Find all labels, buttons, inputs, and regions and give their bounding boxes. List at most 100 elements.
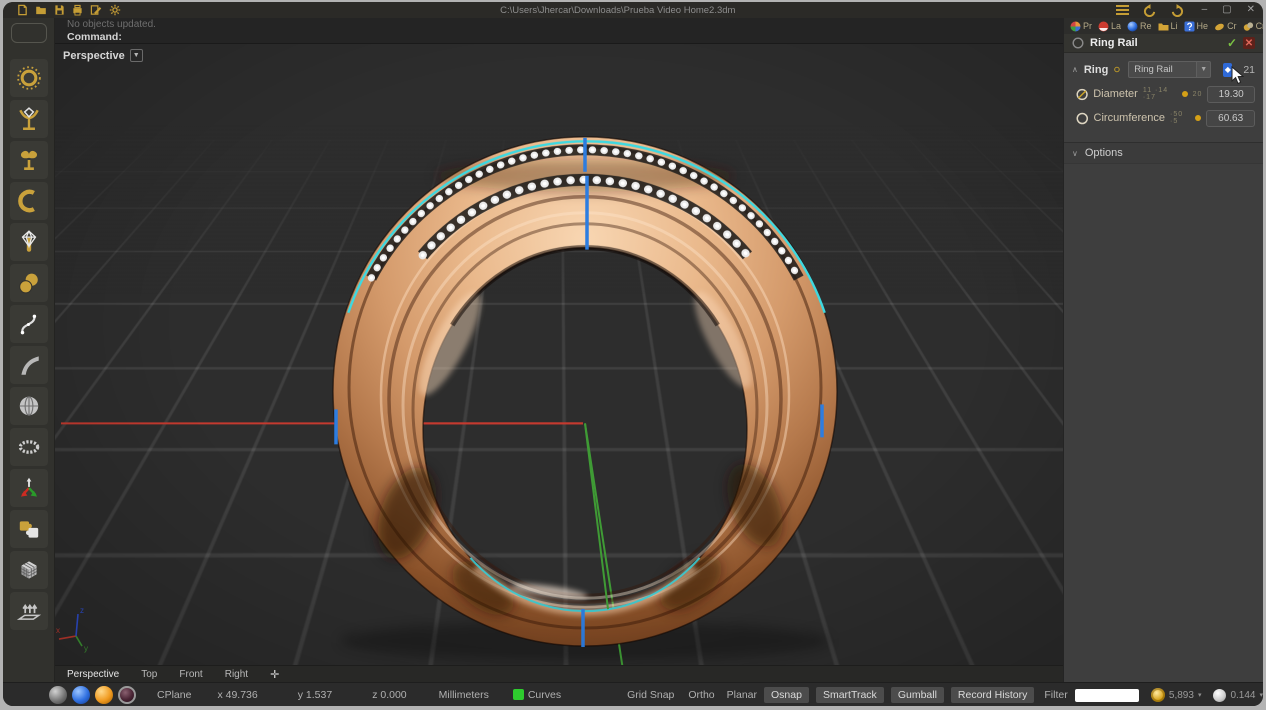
active-layer[interactable]: Curves [513,689,561,701]
material-sphere-gray[interactable] [49,686,67,704]
gem-ring-tool-button[interactable] [10,59,48,97]
material-sphere-blue[interactable] [72,686,90,704]
command-area: No objects updated. Command: [55,18,1063,44]
diamond-band-tool-button[interactable] [10,223,48,261]
material-sphere-dark[interactable] [118,686,136,704]
gold-weight-caret-icon[interactable]: ▾ [1198,691,1202,699]
tab-properties[interactable]: Pr [1070,21,1092,32]
viewport-menu-caret-icon[interactable]: ▼ [130,49,143,62]
toggle-osnap[interactable]: Osnap [764,687,809,703]
tab-top[interactable]: Top [141,669,157,680]
expand-caret-icon[interactable]: ∨ [1072,149,1078,158]
tab-library[interactable]: Li [1158,21,1178,32]
gem-ring-icon [16,65,42,91]
application-window: C:\Users\Jhercar\Downloads\Prueba Video … [3,2,1263,706]
gold-weight-indicator[interactable]: 5,893 ▾ [1151,688,1202,702]
filter-label[interactable]: Filter [1044,689,1067,701]
confirm-check-icon[interactable]: ✓ [1227,36,1237,50]
right-panel: Pr La Re Li He [1063,18,1263,682]
voxel-cube-tool-button[interactable] [10,551,48,589]
command-prompt[interactable]: Command: [67,31,1055,44]
slider-thumb-dot[interactable] [1182,91,1188,97]
ring-rail-dialog-header: Ring Rail ✓ ✕ [1064,34,1263,53]
tab-help[interactable]: He [1184,21,1209,32]
curve-tool-button[interactable] [10,305,48,343]
emboss-platform-tool-button[interactable] [10,592,48,630]
progress-bar [1075,689,1139,702]
ring-section-header[interactable]: ∧ Ring Ring Rail ▼ ◆ 21 [1064,53,1263,82]
minimize-button[interactable]: – [1202,5,1208,15]
save-icon[interactable] [54,4,65,16]
gem-weight-indicator[interactable]: 0.144 ▾ [1213,689,1263,702]
toggle-record-history[interactable]: Record History [951,687,1034,703]
gem-toggle-button[interactable]: ◆ [1223,63,1232,77]
coord-y: y 1.537 [298,689,332,701]
jewelry-head-tool-button[interactable] [10,141,48,179]
open-folder-icon[interactable] [35,4,47,16]
viewport-3d[interactable]: x y z Perspective ▼ [55,44,1063,665]
sweep-surface-tool-button[interactable] [10,346,48,384]
tab-create-gems[interactable]: Cr [1243,21,1263,32]
beads-tool-button[interactable] [10,264,48,302]
print-icon[interactable] [72,4,83,16]
diameter-value-field[interactable]: 19.30 [1207,86,1255,103]
gem-weight-caret-icon[interactable]: ▾ [1259,691,1263,699]
slider-thumb-dot[interactable] [1195,115,1201,121]
redo-icon[interactable] [1170,4,1184,17]
dialog-title: Ring Rail [1090,37,1221,49]
sphere-tool-button[interactable] [10,387,48,425]
tab-front[interactable]: Front [179,669,202,680]
maximize-button[interactable]: ▢ [1222,5,1231,15]
circumference-value-field[interactable]: 60.63 [1206,110,1255,127]
cplane-label[interactable]: CPlane [157,689,191,701]
gumball-transform-tool-button[interactable] [10,469,48,507]
circumference-icon [1076,111,1089,126]
voxel-cube-icon [16,557,42,583]
material-sphere-orange[interactable] [95,686,113,704]
collapse-caret-icon[interactable]: ∧ [1072,65,1078,74]
layer-color-chip [513,689,524,700]
tab-right[interactable]: Right [225,669,248,680]
ring-shank-tool-button[interactable] [10,182,48,220]
options-section-header[interactable]: ∨ Options [1064,142,1263,164]
viewport-title[interactable]: Perspective [63,50,125,62]
ring-icon [1114,63,1120,76]
ring-model [333,137,837,646]
undo-icon[interactable] [1143,4,1157,17]
add-viewport-icon[interactable]: ✛ [270,668,279,681]
prong-setting-tool-button[interactable] [10,100,48,138]
tab-create-gold[interactable]: Cr [1214,21,1237,32]
sphere-icon [16,393,42,419]
title-bar: C:\Users\Jhercar\Downloads\Prueba Video … [3,2,1263,18]
rail-preset-dropdown[interactable]: Ring Rail [1128,61,1197,78]
toggle-smarttrack[interactable]: SmartTrack [816,687,884,703]
toggle-planar[interactable]: Planar [727,689,757,701]
scene-canvas: x y z [55,44,1063,665]
toggle-gumball[interactable]: Gumball [891,687,944,703]
sweep-surface-icon [16,352,42,378]
menu-icon[interactable] [1115,4,1130,16]
units-label[interactable]: Millimeters [439,689,489,701]
ring-rail-icon [1072,37,1084,49]
toggle-ortho[interactable]: Ortho [688,689,714,701]
cancel-x-icon[interactable]: ✕ [1243,37,1255,49]
edit-icon[interactable] [90,4,102,16]
help-icon [1184,21,1195,32]
tab-render[interactable]: Re [1127,21,1152,32]
render-icon [1127,21,1138,32]
tab-perspective[interactable]: Perspective [67,669,119,680]
stone-count: 21 [1243,64,1255,76]
settings-gear-icon[interactable] [109,4,121,16]
diameter-row: Diameter 11 ·14 ·17 20 19.30 [1064,82,1263,106]
toggle-grid-snap[interactable]: Grid Snap [627,689,674,701]
puzzle-plugin-tool-button[interactable] [10,510,48,548]
preset-caret-icon[interactable]: ▼ [1197,61,1211,78]
gumball-transform-icon [16,475,42,501]
tab-layers[interactable]: La [1098,21,1121,32]
diamond-band-icon [16,229,42,255]
close-button[interactable]: ✕ [1247,5,1255,15]
toolbar-logo-slot[interactable] [11,23,47,43]
eternity-ring-tool-button[interactable] [10,428,48,466]
new-document-icon[interactable] [17,4,28,16]
svg-text:z: z [80,606,84,615]
